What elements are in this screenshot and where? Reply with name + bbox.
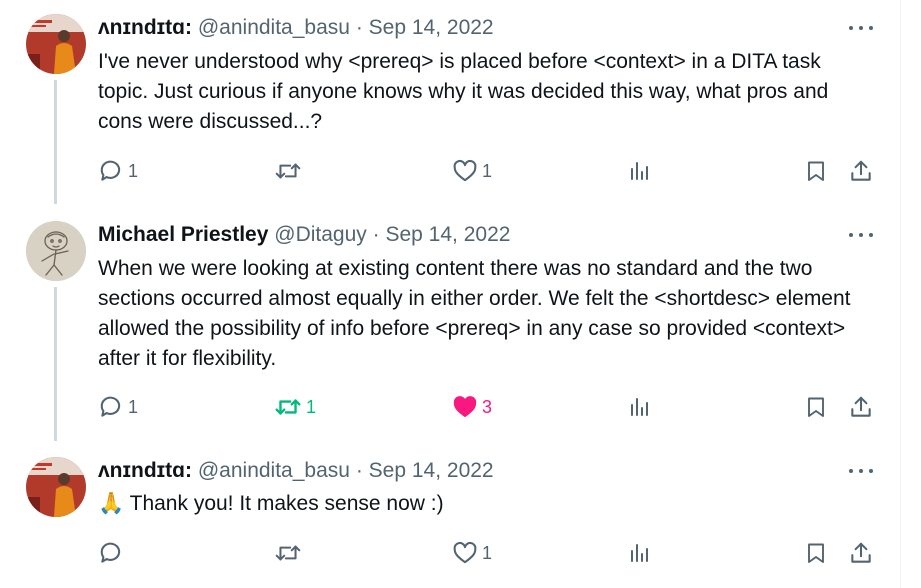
retweet-button[interactable] — [274, 156, 306, 186]
tweet-1[interactable]: ʌnɪndɪtɑ: @anindita_basu · Sep 14, 2022 … — [0, 14, 901, 204]
conversation-thread: ʌnɪndɪtɑ: @anindita_basu · Sep 14, 2022 … — [0, 0, 901, 588]
like-icon — [453, 159, 477, 182]
reply-icon — [100, 542, 121, 563]
views-button[interactable] — [628, 156, 652, 186]
retweet-icon — [275, 163, 301, 179]
tweet-2[interactable]: Michael Priestley @Ditaguy · Sep 14, 202… — [0, 221, 901, 441]
tweet-date[interactable]: Sep 14, 2022 — [385, 223, 510, 246]
author-handle[interactable]: @Ditaguy — [274, 223, 367, 246]
tweet-text: When we were looking at existing content… — [98, 257, 851, 370]
like-count: 3 — [482, 396, 493, 417]
tweet-header: ʌnɪndɪtɑ: @anindita_basu · Sep 14, 2022 — [98, 457, 494, 485]
author-name[interactable]: ʌnɪndɪtɑ — [98, 459, 185, 482]
share-button[interactable] — [848, 392, 874, 422]
reply-icon — [100, 160, 121, 181]
tweet-date[interactable]: Sep 14, 2022 — [369, 459, 494, 482]
avatar-michael[interactable] — [26, 221, 86, 281]
more-icon[interactable] — [849, 221, 873, 249]
author-name[interactable]: Michael Priestley — [98, 223, 268, 246]
bookmark-icon — [808, 543, 824, 563]
tweet-date[interactable]: Sep 14, 2022 — [369, 16, 494, 39]
like-icon — [453, 396, 477, 418]
bookmark-icon — [808, 161, 824, 181]
share-button[interactable] — [848, 538, 874, 568]
retweet-icon — [275, 545, 301, 561]
views-button[interactable] — [628, 538, 652, 568]
like-count: 1 — [482, 160, 493, 181]
avatar-anindita[interactable] — [26, 14, 86, 74]
views-icon — [631, 162, 648, 180]
tweet-header: ʌnɪndɪtɑ: @anindita_basu · Sep 14, 2022 — [98, 14, 494, 42]
share-icon — [851, 542, 871, 563]
avatar-anindita[interactable] — [26, 457, 86, 517]
reply-count: 1 — [128, 160, 139, 181]
tweet-actions: 1 1 — [98, 156, 878, 186]
bookmark-button[interactable] — [804, 538, 828, 568]
author-handle[interactable]: @anindita_basu — [198, 16, 350, 39]
tweet-header: Michael Priestley @Ditaguy · Sep 14, 202… — [98, 221, 510, 249]
like-button[interactable]: 1 — [452, 538, 492, 568]
reply-button[interactable]: 1 — [98, 156, 138, 186]
views-icon — [631, 398, 648, 416]
thread-connector-line — [54, 80, 57, 204]
share-icon — [851, 160, 871, 181]
separator: · — [355, 459, 363, 482]
more-icon[interactable] — [849, 457, 873, 485]
tweet-text: 🙏 Thank you! It makes sense now :) — [98, 489, 868, 519]
author-name[interactable]: ʌnɪndɪtɑ — [98, 16, 185, 39]
reply-count: 1 — [128, 396, 139, 417]
bookmark-button[interactable] — [804, 156, 828, 186]
tweet-text: I've never understood why <prereq> is pl… — [98, 50, 829, 133]
reply-button[interactable]: 1 — [98, 392, 138, 422]
author-handle[interactable]: @anindita_basu — [198, 459, 350, 482]
like-button[interactable]: 1 — [452, 156, 492, 186]
share-button[interactable] — [848, 156, 874, 186]
more-icon[interactable] — [849, 14, 873, 42]
retweet-icon — [275, 399, 301, 415]
reply-icon — [100, 396, 121, 417]
author-name-suffix: : — [185, 16, 193, 39]
tweet-text-body: Thank you! It makes sense now :) — [129, 492, 444, 515]
views-icon — [631, 544, 648, 562]
retweet-button[interactable]: 1 — [274, 392, 316, 422]
like-icon — [453, 541, 477, 564]
retweet-button[interactable] — [274, 538, 306, 568]
tweet-actions: 1 1 3 — [98, 392, 878, 422]
separator: · — [372, 223, 380, 246]
author-name-suffix: : — [185, 459, 193, 482]
views-button[interactable] — [628, 392, 652, 422]
retweet-count: 1 — [306, 396, 317, 417]
bookmark-button[interactable] — [804, 392, 828, 422]
bookmark-icon — [808, 397, 824, 417]
tweet-actions: 1 — [98, 538, 878, 568]
like-button[interactable]: 3 — [452, 392, 492, 422]
like-count: 1 — [482, 542, 493, 563]
share-icon — [851, 396, 871, 417]
separator: · — [355, 16, 363, 39]
thread-connector-line — [54, 287, 57, 441]
tweet-3[interactable]: ʌnɪndɪtɑ: @anindita_basu · Sep 14, 2022 … — [0, 457, 901, 588]
folded-hands-emoji: 🙏 — [98, 492, 125, 515]
reply-button[interactable] — [98, 538, 128, 568]
